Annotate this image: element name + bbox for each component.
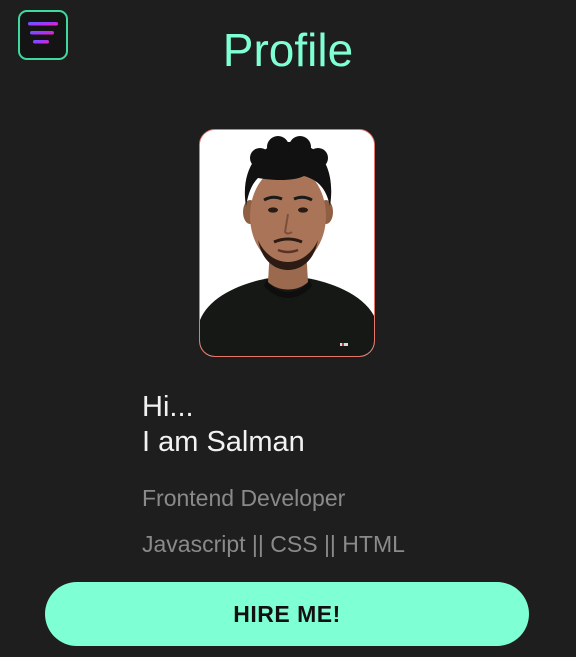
page-title: Profile xyxy=(222,24,354,76)
greeting-line-name: I am Salman xyxy=(142,426,305,458)
profile-page: Profile Hi... I am Salman Frontend Devel… xyxy=(0,0,576,657)
skills-text: Javascript || CSS || HTML xyxy=(142,531,405,557)
hire-me-button[interactable]: HIRE ME! xyxy=(45,582,529,646)
greeting-line-hi: Hi... xyxy=(142,391,194,423)
profile-photo xyxy=(199,129,375,357)
role-text: Frontend Developer xyxy=(142,485,346,511)
greeting: Hi... I am Salman xyxy=(142,390,305,460)
